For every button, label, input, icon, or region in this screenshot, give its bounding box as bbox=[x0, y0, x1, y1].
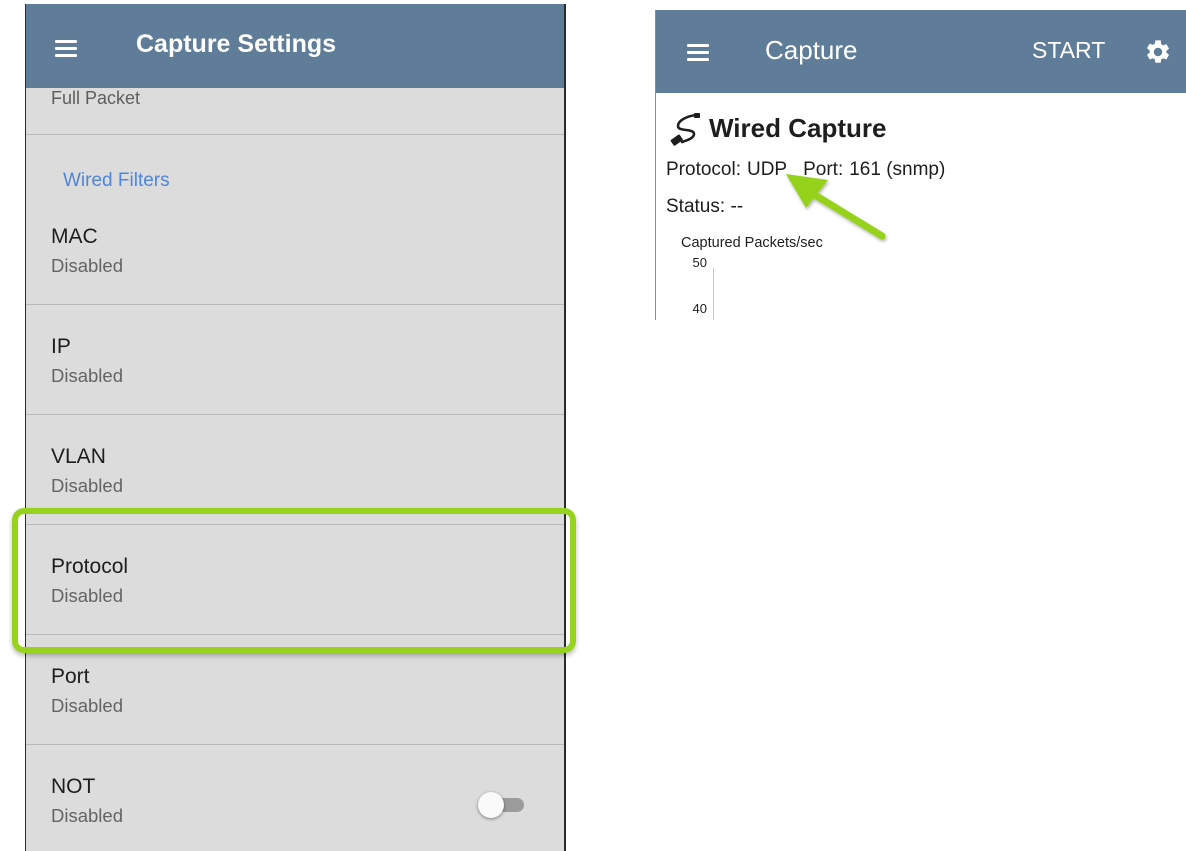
divider bbox=[26, 304, 564, 305]
start-button[interactable]: START bbox=[1032, 37, 1105, 64]
ethernet-cable-icon bbox=[670, 113, 700, 146]
y-tick-label: 50 bbox=[692, 255, 707, 270]
chart-y-axis bbox=[713, 268, 714, 320]
status-value: -- bbox=[730, 196, 744, 217]
setting-value: Disabled bbox=[51, 475, 123, 496]
setting-value: Disabled bbox=[51, 695, 123, 716]
setting-item-mac[interactable]: MAC Disabled bbox=[26, 199, 564, 309]
setting-title: VLAN bbox=[51, 445, 106, 468]
setting-value: Disabled bbox=[51, 585, 123, 606]
status-label: Status: bbox=[666, 196, 726, 217]
setting-item-port[interactable]: Port Disabled bbox=[26, 639, 564, 749]
divider bbox=[26, 744, 564, 745]
setting-value: Disabled bbox=[51, 255, 123, 276]
not-toggle-switch[interactable] bbox=[478, 792, 526, 818]
setting-item-vlan[interactable]: VLAN Disabled bbox=[26, 419, 564, 529]
setting-title: NOT bbox=[51, 775, 96, 798]
setting-title: MAC bbox=[51, 225, 98, 248]
divider bbox=[26, 634, 564, 635]
settings-list: Full Packet Wired Filters MAC Disabled I… bbox=[26, 4, 564, 851]
protocol-label: Protocol: bbox=[666, 159, 741, 180]
setting-title: Port bbox=[51, 665, 90, 688]
callout-arrow bbox=[786, 174, 886, 240]
divider bbox=[26, 414, 564, 415]
setting-value: Disabled bbox=[51, 365, 123, 386]
gear-icon[interactable] bbox=[1144, 38, 1172, 66]
page-title: Capture bbox=[765, 35, 858, 65]
right-app-bar: Capture START bbox=[656, 10, 1186, 93]
toggle-thumb bbox=[478, 792, 504, 818]
capture-size-value: Full Packet bbox=[51, 88, 141, 108]
wired-filters-header: Wired Filters bbox=[63, 170, 170, 191]
setting-item-not[interactable]: NOT Disabled bbox=[26, 749, 564, 851]
capture-heading: Wired Capture bbox=[709, 113, 887, 143]
divider bbox=[26, 524, 564, 525]
page-title: Capture Settings bbox=[136, 30, 337, 58]
left-app-bar: Capture Settings bbox=[26, 4, 564, 88]
divider bbox=[26, 134, 564, 135]
setting-item-ip[interactable]: IP Disabled bbox=[26, 309, 564, 419]
setting-item-protocol[interactable]: Protocol Disabled bbox=[26, 529, 564, 639]
hamburger-menu-icon[interactable] bbox=[687, 44, 709, 61]
setting-title: Protocol bbox=[51, 555, 129, 578]
status-line: Status: -- bbox=[666, 196, 743, 218]
setting-value: Disabled bbox=[51, 805, 123, 826]
hamburger-menu-icon[interactable] bbox=[55, 40, 77, 57]
capture-settings-screen: Full Packet Wired Filters MAC Disabled I… bbox=[25, 4, 566, 851]
setting-title: IP bbox=[51, 335, 71, 358]
y-tick-label: 40 bbox=[692, 301, 707, 316]
capture-screen: Capture START Wired Capture Protocol: UDP… bbox=[655, 10, 1186, 320]
